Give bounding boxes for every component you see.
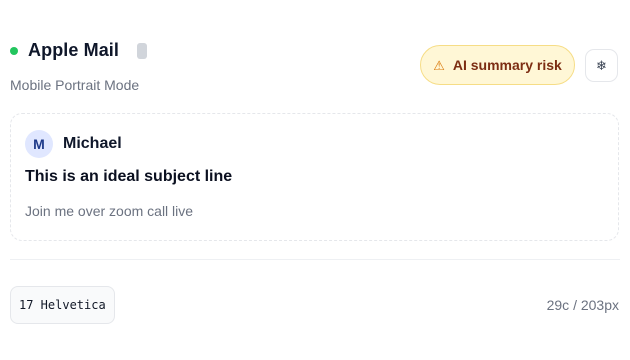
font-size-chip: 17 Helvetica	[10, 286, 115, 324]
ai-summary-risk-badge[interactable]: ⚠ AI summary risk	[420, 45, 575, 85]
sender-row: M Michael	[25, 130, 122, 158]
warning-icon: ⚠	[433, 57, 445, 73]
avatar-initial: M	[33, 136, 45, 152]
settings-button[interactable]: ❄	[585, 49, 618, 82]
preview-snippet: Join me over zoom call live	[25, 203, 194, 219]
subject-line: This is an ideal subject line	[25, 168, 233, 185]
inbox-preview-card: M Michael This is an ideal subject line …	[10, 113, 619, 241]
ai-summary-risk-label: AI summary risk	[452, 57, 562, 73]
title-tag	[137, 42, 148, 59]
client-mode-label: Mobile Portrait Mode	[10, 77, 140, 93]
client-title: Apple Mail	[28, 40, 120, 60]
client-title-row: Apple Mail	[10, 40, 148, 61]
sender-name: Michael	[63, 135, 122, 152]
font-size-label: 17 Helvetica	[19, 298, 106, 312]
snowflake-icon: ❄	[596, 57, 607, 73]
email-preview-panel: Apple Mail Mobile Portrait Mode ⚠ AI sum…	[0, 0, 630, 360]
client-header: Apple Mail Mobile Portrait Mode ⚠ AI sum…	[10, 38, 620, 98]
status-dot	[10, 46, 18, 55]
avatar: M	[25, 130, 53, 158]
divider	[10, 259, 620, 260]
character-width-count: 29c / 203px	[546, 297, 619, 313]
